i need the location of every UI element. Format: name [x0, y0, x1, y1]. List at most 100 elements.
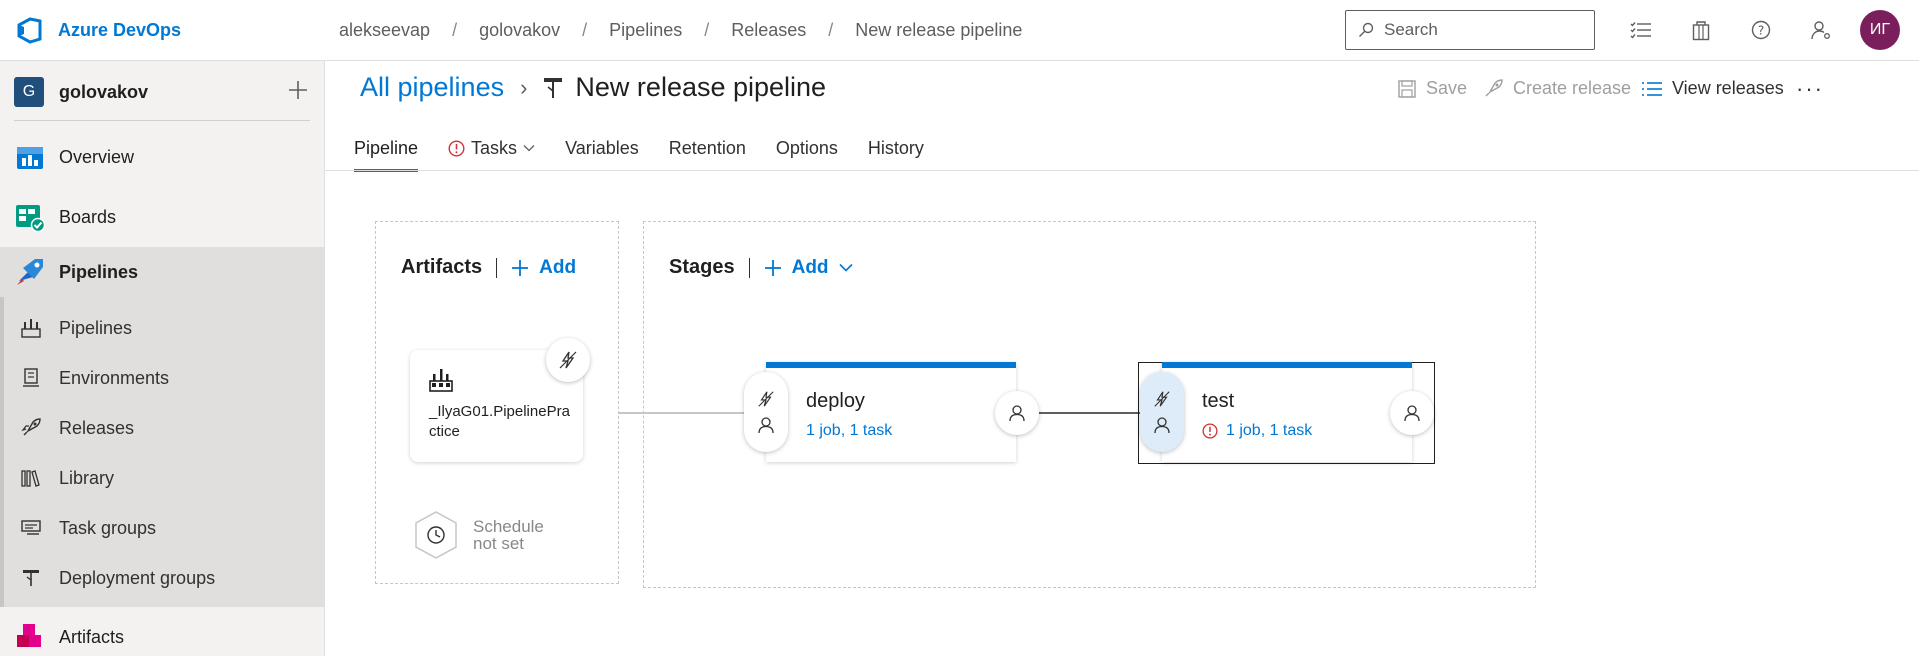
breadcrumb-separator: /: [582, 20, 588, 40]
add-stage-button[interactable]: Add: [764, 257, 853, 279]
pre-deployment-conditions-deploy[interactable]: [744, 372, 788, 452]
stages-header: Stages Add: [669, 256, 853, 279]
new-item-button[interactable]: [284, 75, 312, 105]
sidebar-item-boards[interactable]: Boards: [0, 192, 325, 242]
tab-options[interactable]: Options: [776, 128, 838, 172]
sidebar-subitem-label: Task groups: [59, 517, 157, 538]
person-icon: [1009, 405, 1025, 422]
project-name[interactable]: golovakov: [59, 82, 148, 103]
chevron-right-icon: ›: [520, 74, 528, 100]
breadcrumb-releases[interactable]: Releases: [731, 20, 806, 41]
breadcrumb-project[interactable]: golovakov: [479, 20, 560, 41]
sidebar-subitem-pipelines[interactable]: Pipelines: [0, 303, 325, 353]
sidebar-subitem-library[interactable]: Library: [0, 453, 325, 503]
work-items-icon[interactable]: [1628, 17, 1654, 43]
post-deployment-conditions-test[interactable]: [1390, 391, 1434, 435]
schedule-line-1: Schedule: [473, 517, 544, 536]
tab-label: Tasks: [471, 137, 518, 158]
pipelines-group: Pipelines Pipelines Environments Release…: [0, 247, 325, 607]
project-header: G golovakov: [14, 75, 310, 121]
artifacts-title: Artifacts: [401, 256, 483, 278]
sidebar: G golovakov Overview Boards Pipelines Pi…: [0, 61, 325, 656]
schedule-clock-icon: [415, 511, 457, 559]
plus-icon: [764, 259, 781, 276]
breadcrumb: alekseevap / golovakov / Pipelines / Rel…: [339, 20, 1022, 41]
stage-name: test: [1202, 390, 1235, 412]
tab-bar: Pipeline Tasks Variables Retention Optio…: [354, 128, 954, 172]
stage-tasks-link[interactable]: 1 job, 1 task: [1202, 422, 1312, 440]
svg-text:?: ?: [1758, 24, 1764, 38]
search-icon: [1359, 22, 1374, 37]
sidebar-item-overview[interactable]: Overview: [0, 132, 325, 182]
more-actions-icon[interactable]: ···: [1796, 76, 1824, 102]
user-settings-icon[interactable]: [1808, 17, 1834, 43]
artifacts-icon: [14, 621, 46, 653]
top-bar: Azure DevOps alekseevap / golovakov / Pi…: [0, 0, 1919, 61]
add-artifact-label: Add: [539, 256, 577, 278]
stage-tasks-link[interactable]: 1 job, 1 task: [806, 422, 892, 440]
continuous-deployment-trigger-button[interactable]: [546, 338, 590, 382]
lightning-icon: [758, 391, 774, 407]
search-box[interactable]: [1345, 10, 1595, 50]
stage-connector: [1038, 412, 1140, 414]
overview-icon: [14, 141, 46, 173]
pipelines-factory-icon: [20, 317, 42, 339]
tabs-divider: [325, 170, 1919, 171]
sidebar-subitem-environments[interactable]: Environments: [0, 353, 325, 403]
marketplace-bag-icon[interactable]: [1688, 17, 1714, 43]
schedule-line-2: not set: [473, 534, 525, 553]
all-pipelines-link[interactable]: All pipelines: [360, 72, 504, 103]
tab-tasks[interactable]: Tasks: [448, 128, 535, 172]
artifact-name: _IlyaG01.PipelinePractice: [429, 403, 570, 440]
sidebar-subitem-label: Library: [59, 467, 115, 488]
breadcrumb-separator: /: [704, 20, 710, 40]
list-icon: [1642, 81, 1662, 96]
artifacts-header: Artifacts Add: [401, 256, 576, 279]
save-button[interactable]: Save: [1398, 78, 1467, 99]
artifact-to-stage-connector: [619, 412, 744, 414]
help-icon[interactable]: ?: [1748, 17, 1774, 43]
divider: [748, 257, 750, 278]
deployment-groups-icon: [20, 567, 42, 589]
sidebar-item-label: Artifacts: [59, 626, 125, 647]
task-groups-icon: [20, 517, 42, 539]
stages-title: Stages: [669, 256, 735, 278]
stage-tasks-label: 1 job, 1 task: [806, 422, 893, 439]
stage-card-test[interactable]: test 1 job, 1 task: [1162, 362, 1412, 462]
pre-deployment-conditions-test[interactable]: [1140, 372, 1184, 452]
sidebar-subitem-deployment-groups[interactable]: Deployment groups: [0, 553, 325, 603]
save-icon: [1398, 79, 1416, 98]
sidebar-item-artifacts[interactable]: Artifacts: [0, 612, 325, 656]
post-deployment-conditions-deploy[interactable]: [995, 391, 1039, 435]
create-release-button[interactable]: Create release: [1483, 78, 1631, 99]
tab-retention[interactable]: Retention: [669, 128, 746, 172]
tab-pipeline[interactable]: Pipeline: [354, 128, 419, 172]
library-books-icon: [20, 467, 42, 489]
add-stage-label: Add: [791, 256, 829, 278]
sidebar-subitem-task-groups[interactable]: Task groups: [0, 503, 325, 553]
add-artifact-button[interactable]: Add: [511, 257, 576, 279]
view-releases-label: View releases: [1672, 78, 1784, 98]
schedule-trigger[interactable]: Schedule not set: [413, 510, 544, 560]
tab-variables[interactable]: Variables: [565, 128, 639, 172]
sidebar-subitem-releases[interactable]: Releases: [0, 403, 325, 453]
rocket-icon: [1485, 78, 1503, 96]
search-input[interactable]: [1384, 20, 1564, 40]
rocket-icon: [20, 417, 42, 439]
breadcrumb-org[interactable]: alekseevap: [339, 20, 430, 41]
boards-icon: [14, 201, 46, 233]
breadcrumb-pipelines[interactable]: Pipelines: [609, 20, 682, 41]
stage-card-deploy[interactable]: deploy 1 job, 1 task: [766, 362, 1016, 462]
tab-label: Retention: [668, 137, 746, 158]
sidebar-item-pipelines[interactable]: Pipelines: [0, 247, 325, 297]
view-releases-button[interactable]: View releases: [1642, 78, 1784, 99]
tab-history[interactable]: History: [868, 128, 924, 172]
sidebar-subitem-label: Deployment groups: [59, 567, 216, 588]
sidebar-item-label: Overview: [59, 146, 135, 167]
project-badge[interactable]: G: [14, 77, 44, 107]
breadcrumb-current[interactable]: New release pipeline: [855, 20, 1022, 41]
person-icon: [1404, 405, 1420, 422]
brand[interactable]: Azure DevOps: [16, 16, 181, 44]
user-avatar[interactable]: ИГ: [1860, 10, 1900, 50]
environments-icon: [20, 367, 42, 389]
